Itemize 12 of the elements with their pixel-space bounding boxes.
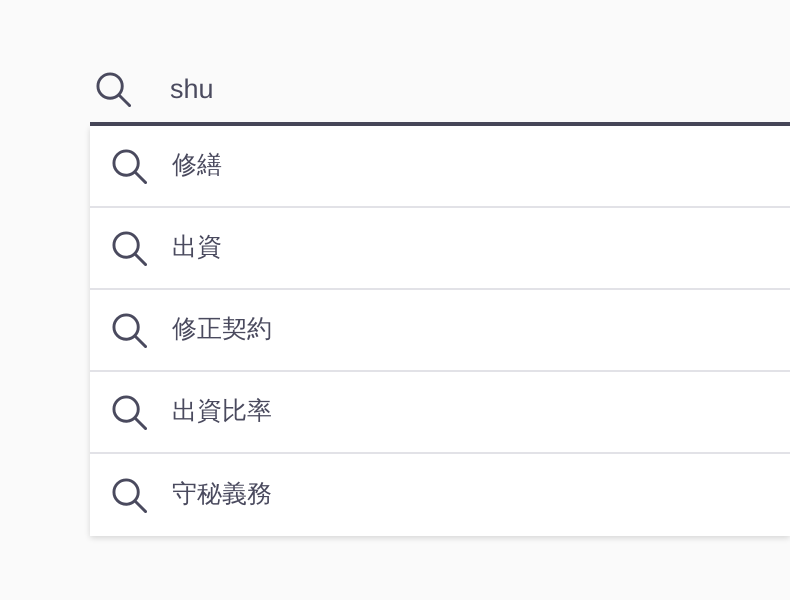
search-icon: [112, 478, 147, 512]
search-icon: [112, 394, 147, 430]
search-icon: [112, 148, 147, 184]
search-icon: [112, 230, 147, 266]
suggestion-item[interactable]: 修繕: [90, 126, 790, 208]
search-icon: [112, 312, 147, 348]
suggestion-item[interactable]: 修正契約: [90, 290, 790, 372]
suggestion-item[interactable]: 守秘義務: [90, 454, 790, 536]
search-input[interactable]: shu: [170, 68, 570, 110]
suggestion-item[interactable]: 出資比率: [90, 372, 790, 454]
search-icon: [96, 72, 131, 106]
suggestion-item[interactable]: 出資: [90, 208, 790, 290]
